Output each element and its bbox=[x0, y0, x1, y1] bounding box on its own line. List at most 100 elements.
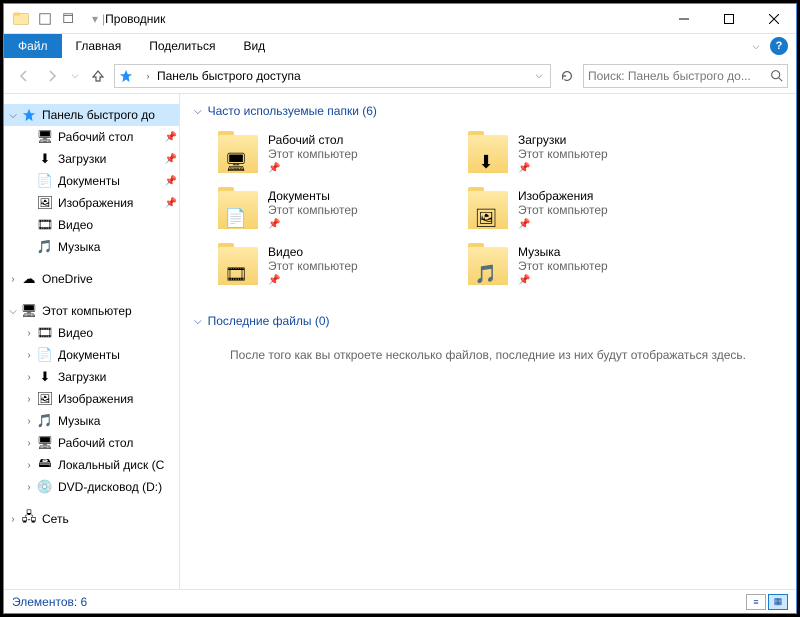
folder-item[interactable]: 📄ДокументыЭтот компьютер📌 bbox=[214, 184, 444, 234]
desktop-icon: 🖥 bbox=[36, 128, 54, 146]
folder-item[interactable]: 🖼ИзображенияЭтот компьютер📌 bbox=[464, 184, 694, 234]
folder-icon: 🎵 bbox=[466, 243, 510, 287]
sidebar-item[interactable]: ›🖥 Рабочий стол bbox=[4, 432, 179, 454]
sidebar-network[interactable]: › 🖧 Сеть bbox=[4, 508, 179, 530]
cloud-icon: ☁ bbox=[20, 270, 38, 288]
qa-dropdown-icon[interactable] bbox=[58, 8, 80, 30]
chevron-down-icon[interactable]: ⌵ bbox=[6, 306, 20, 317]
folder-item[interactable]: ⬇ЗагрузкиЭтот компьютер📌 bbox=[464, 128, 694, 178]
maximize-button[interactable] bbox=[706, 5, 751, 33]
folder-sub: Этот компьютер bbox=[268, 147, 358, 161]
ribbon-tab-share[interactable]: Поделиться bbox=[135, 34, 229, 58]
monitor-icon: 🖥 bbox=[20, 302, 38, 320]
chevron-right-icon[interactable]: › bbox=[22, 394, 36, 405]
folder-sub: Этот компьютер bbox=[518, 203, 608, 217]
view-icons-button[interactable]: ▦ bbox=[768, 594, 788, 610]
dvd-icon: 💿 bbox=[36, 478, 54, 496]
sidebar-item[interactable]: 🖼Изображения📌 bbox=[4, 192, 179, 214]
nav-forward-button[interactable] bbox=[40, 64, 64, 88]
desktop-icon: 🖥 bbox=[36, 434, 54, 452]
chevron-right-icon[interactable]: › bbox=[22, 460, 36, 471]
sidebar-item[interactable]: 🎞Видео bbox=[4, 214, 179, 236]
ribbon-tab-file[interactable]: Файл bbox=[4, 34, 62, 58]
folder-sub: Этот компьютер bbox=[518, 259, 608, 273]
folder-icon: 🎞 bbox=[216, 243, 260, 287]
sidebar-this-pc[interactable]: ⌵ 🖥 Этот компьютер bbox=[4, 300, 179, 322]
sidebar-item[interactable]: ›💿DVD-дисковод (D:) bbox=[4, 476, 179, 498]
ribbon-tab-view[interactable]: Вид bbox=[229, 34, 279, 58]
sidebar-item[interactable]: 🎵Музыка bbox=[4, 236, 179, 258]
star-icon bbox=[117, 67, 135, 85]
search-icon[interactable] bbox=[770, 69, 783, 82]
ribbon: Файл Главная Поделиться Вид ⌵ ? bbox=[4, 34, 796, 58]
nav-recent-dropdown[interactable]: ⌵ bbox=[68, 64, 82, 88]
sidebar-onedrive[interactable]: › ☁ OneDrive bbox=[4, 268, 179, 290]
refresh-button[interactable] bbox=[555, 64, 579, 88]
folder-item[interactable]: 🎵МузыкаЭтот компьютер📌 bbox=[464, 240, 694, 290]
folder-name: Рабочий стол bbox=[268, 133, 358, 147]
sidebar-item-label: OneDrive bbox=[42, 272, 179, 286]
nav-up-button[interactable] bbox=[86, 64, 110, 88]
chevron-right-icon[interactable]: › bbox=[22, 416, 36, 427]
minimize-button[interactable] bbox=[661, 5, 706, 33]
folder-item[interactable]: 🎞ВидеоЭтот компьютер📌 bbox=[214, 240, 444, 290]
folder-name: Музыка bbox=[518, 245, 608, 259]
folder-item[interactable]: 🖥Рабочий столЭтот компьютер📌 bbox=[214, 128, 444, 178]
sidebar-item-label: Изображения bbox=[58, 392, 179, 406]
chevron-right-icon[interactable]: › bbox=[22, 372, 36, 383]
sidebar-item[interactable]: ›⬇Загрузки bbox=[4, 366, 179, 388]
folder-name: Видео bbox=[268, 245, 358, 259]
nav-back-button[interactable] bbox=[12, 64, 36, 88]
group-header-recent[interactable]: ⌵ Последние файлы (0) bbox=[194, 314, 782, 328]
status-text: Элементов: 6 bbox=[12, 595, 87, 609]
chevron-right-icon[interactable]: › bbox=[6, 274, 20, 285]
folder-sub: Этот компьютер bbox=[268, 203, 358, 217]
breadcrumb-root-dropdown[interactable]: › bbox=[139, 71, 157, 81]
documents-icon: 📄 bbox=[36, 346, 54, 364]
chevron-down-icon: ⌵ bbox=[194, 106, 202, 117]
pin-icon: 📌 bbox=[518, 219, 608, 230]
help-button[interactable]: ? bbox=[770, 37, 788, 55]
chevron-right-icon[interactable]: › bbox=[22, 438, 36, 449]
statusbar: Элементов: 6 ≡ ▦ bbox=[4, 589, 796, 613]
sidebar-item-label: Рабочий стол bbox=[58, 436, 179, 450]
sidebar-item[interactable]: ›🎵Музыка bbox=[4, 410, 179, 432]
sidebar-item[interactable]: 🖥Рабочий стол📌 bbox=[4, 126, 179, 148]
address-location[interactable]: Панель быстрого доступа bbox=[157, 69, 530, 83]
qa-customize-icon[interactable] bbox=[34, 8, 56, 30]
sidebar-item[interactable]: ›🎞Видео bbox=[4, 322, 179, 344]
titlebar: ▾ | Проводник bbox=[4, 4, 796, 34]
downloads-icon: ⬇ bbox=[36, 368, 54, 386]
sidebar-item-label: Документы bbox=[58, 348, 179, 362]
sidebar-item[interactable]: ›📄 Документы bbox=[4, 344, 179, 366]
sidebar-item-label: Рабочий стол bbox=[58, 130, 165, 144]
view-details-button[interactable]: ≡ bbox=[746, 594, 766, 610]
app-icon bbox=[10, 8, 32, 30]
chevron-right-icon[interactable]: › bbox=[6, 514, 20, 525]
address-bar[interactable]: › Панель быстрого доступа ⌵ bbox=[114, 64, 551, 88]
sidebar-item[interactable]: ›🖼Изображения bbox=[4, 388, 179, 410]
sidebar-item[interactable]: 📄Документы📌 bbox=[4, 170, 179, 192]
search-box[interactable] bbox=[583, 64, 788, 88]
sidebar-item[interactable]: ›🖴Локальный диск (C bbox=[4, 454, 179, 476]
folder-name: Изображения bbox=[518, 189, 608, 203]
sidebar-quick-access[interactable]: ⌵ Панель быстрого до bbox=[4, 104, 179, 126]
group-header-frequent[interactable]: ⌵ Часто используемые папки (6) bbox=[194, 104, 782, 118]
sidebar-item-label: Сеть bbox=[42, 512, 179, 526]
music-icon: 🎵 bbox=[36, 238, 54, 256]
chevron-down-icon[interactable]: ⌵ bbox=[6, 110, 20, 121]
ribbon-expand-button[interactable]: ⌵ bbox=[748, 34, 764, 58]
chevron-right-icon[interactable]: › bbox=[22, 482, 36, 493]
ribbon-tab-home[interactable]: Главная bbox=[62, 34, 136, 58]
music-icon: 🎵 bbox=[36, 412, 54, 430]
chevron-right-icon[interactable]: › bbox=[22, 350, 36, 361]
close-button[interactable] bbox=[751, 5, 796, 33]
sidebar-item[interactable]: ⬇Загрузки📌 bbox=[4, 148, 179, 170]
search-input[interactable] bbox=[588, 69, 770, 83]
chevron-right-icon[interactable]: › bbox=[22, 328, 36, 339]
pin-icon: 📌 bbox=[268, 275, 358, 286]
sidebar-item-label: Изображения bbox=[58, 196, 165, 210]
address-dropdown[interactable]: ⌵ bbox=[530, 70, 548, 81]
downloads-icon: ⬇ bbox=[36, 150, 54, 168]
network-icon: 🖧 bbox=[20, 510, 38, 528]
